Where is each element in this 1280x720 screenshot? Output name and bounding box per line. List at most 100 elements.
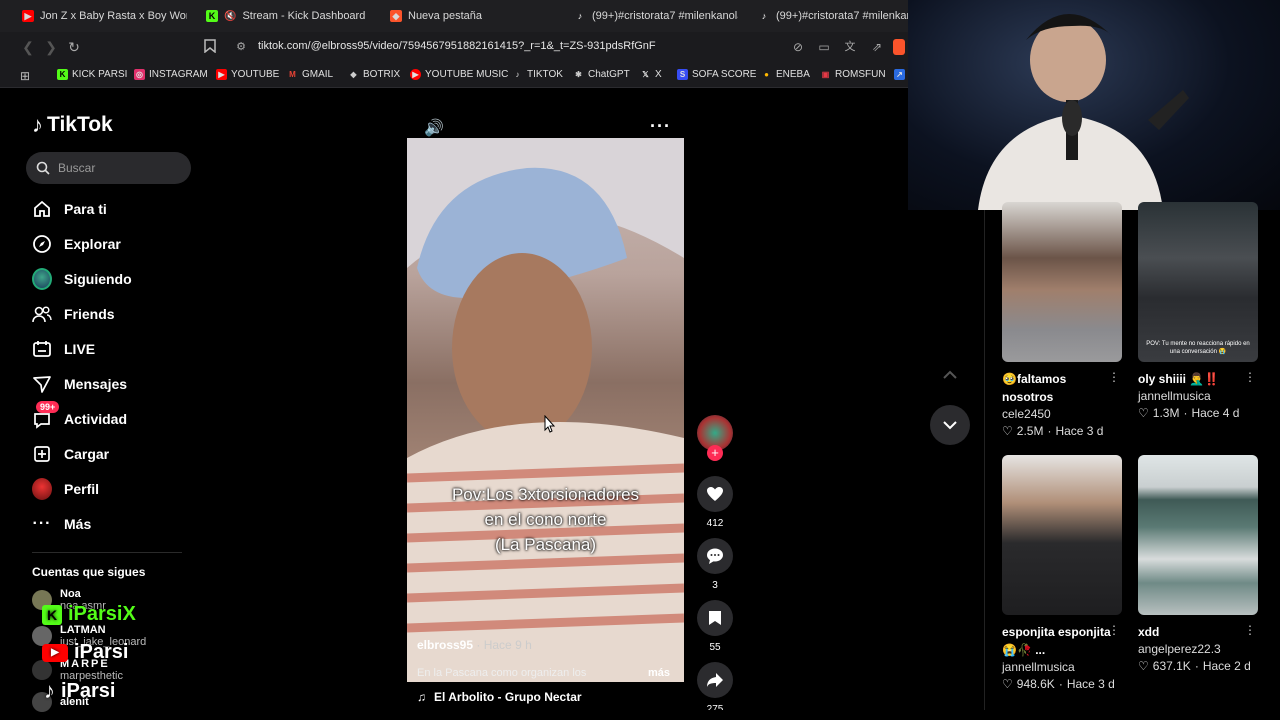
live-icon — [32, 339, 52, 359]
video-card[interactable]: POV: Tu mente no reacciona rápido en una… — [1138, 202, 1258, 422]
bookmark-gmail[interactable]: M GMAIL — [287, 69, 333, 80]
video-card-author[interactable]: angelperez22.3 — [1138, 641, 1258, 657]
save-button[interactable]: 55 — [697, 600, 733, 653]
video-description: En la Pascana como organizan los — [417, 667, 587, 679]
chevron-up-icon — [943, 370, 957, 379]
bookmark-icon[interactable] — [202, 39, 218, 55]
kebab-menu-icon[interactable]: ⋮ — [1244, 623, 1256, 637]
site-settings-icon[interactable]: ⚙ — [233, 39, 249, 55]
share-icon[interactable]: ⇗ — [869, 39, 885, 55]
video-options-icon[interactable]: ··· — [650, 116, 671, 137]
previous-video-button[interactable] — [930, 355, 970, 395]
streamer-silhouette — [978, 13, 1189, 210]
following-avatar-icon — [32, 268, 52, 290]
romsfun-icon: ▣ — [821, 70, 830, 79]
bookmark-overflow[interactable]: ↗ — [894, 69, 905, 80]
bookmarks-bar: ⊞ K KICK PARSI ◎ INSTAGRAM ▶ YOUTUBE M GMAIL… — [0, 62, 908, 88]
video-thumbnail[interactable] — [1002, 455, 1122, 615]
reload-icon[interactable]: ↻ — [66, 39, 82, 55]
bookmark-eneba[interactable]: ● ENEBA — [761, 69, 810, 80]
bookmark-youtube[interactable]: ▶ YOUTUBE — [216, 69, 279, 80]
video-card[interactable]: 🥹faltamos nosotros ⋮ cele2450 ♡ 2.5M · Hac… — [1002, 202, 1122, 440]
video-thumbnail[interactable]: POV: Tu mente no reacciona rápido en una… — [1138, 202, 1258, 362]
compass-icon — [32, 234, 52, 254]
nav-mensajes[interactable]: Mensajes — [32, 372, 127, 396]
nav-actividad[interactable]: 99+ Actividad — [32, 401, 127, 431]
search-input[interactable] — [58, 161, 178, 175]
nav-perfil[interactable]: Perfil — [32, 477, 99, 501]
notification-badge: 99+ — [36, 401, 60, 413]
nav-explorar[interactable]: Explorar — [32, 232, 121, 256]
bookmark-kick-parsi[interactable]: K KICK PARSI — [57, 69, 127, 80]
back-arrow-icon[interactable]: ❮ — [20, 39, 36, 55]
panel-divider — [984, 210, 985, 710]
nav-live[interactable]: LIVE — [32, 337, 95, 361]
video-frame — [407, 138, 684, 682]
forward-arrow-icon[interactable]: ❯ — [43, 39, 59, 55]
more-link[interactable]: más — [648, 667, 670, 679]
muted-speaker-icon: 🔇 — [224, 10, 237, 22]
music-info[interactable]: ♫ El Arbolito - Grupo Nectar — [417, 690, 582, 704]
translate-icon[interactable]: 文 — [842, 39, 858, 55]
tab-new-tab[interactable]: ◆ Nueva pestaña — [390, 6, 550, 26]
search-icon — [36, 161, 50, 175]
next-video-button[interactable] — [930, 405, 970, 445]
brave-icon: ◆ — [390, 10, 402, 22]
tiktok-icon: ♪ — [515, 70, 520, 79]
nav-friends[interactable]: Friends — [32, 302, 115, 326]
tiktok-logo[interactable]: ♪ TikTok — [32, 112, 113, 138]
brave-shield-icon[interactable] — [893, 39, 905, 55]
share-button[interactable]: 275 — [697, 662, 733, 710]
video-card-stats: ♡ 637.1K · Hace 2 d — [1138, 659, 1251, 673]
video-card-author[interactable]: jannellmusica — [1002, 659, 1122, 675]
nav-siguiendo[interactable]: Siguiendo — [32, 267, 132, 291]
video-thumbnail[interactable] — [1002, 202, 1122, 362]
nav-cargar[interactable]: Cargar — [32, 442, 109, 466]
bookmark-botrix[interactable]: ◆ BOTRIX — [348, 69, 400, 80]
video-player[interactable]: Pov:Los 3xtorsionadores en el cono norte… — [407, 138, 684, 682]
volume-icon[interactable]: 🔊 — [424, 118, 444, 138]
instagram-icon: ◎ — [134, 69, 145, 80]
follow-plus-icon[interactable]: + — [707, 445, 723, 461]
search-box[interactable] — [26, 152, 191, 184]
bookmark-romsfun[interactable]: ▣ ROMSFUN — [820, 69, 886, 80]
video-time: · Hace 9 h — [476, 638, 532, 652]
comment-button[interactable]: 3 — [697, 538, 733, 591]
nav-para-ti[interactable]: Para ti — [32, 197, 107, 221]
bookmark-tiktok[interactable]: ♪ TIKTOK — [512, 69, 563, 80]
kebab-menu-icon[interactable]: ⋮ — [1108, 370, 1120, 384]
upload-icon — [32, 444, 52, 464]
kick-icon: K — [57, 69, 68, 80]
like-count: 412 — [706, 518, 724, 529]
tab-youtube[interactable]: ▶ Jon Z x Baby Rasta x Boy Wonder — [22, 6, 187, 26]
video-author[interactable]: elbross95 — [417, 638, 473, 652]
comment-count: 3 — [712, 580, 718, 591]
tab-kick-dashboard[interactable]: K 🔇 Stream - Kick Dashboard — [206, 6, 376, 26]
botrix-icon: ◆ — [350, 70, 357, 79]
tab-tiktok-1[interactable]: ♪ (99+)#cristorata7 #milenkanolasc — [574, 6, 738, 26]
url-field[interactable]: tiktok.com/@elbross95/video/759456795188… — [258, 40, 656, 52]
video-thumbnail[interactable] — [1138, 455, 1258, 615]
cast-icon[interactable]: ▭ — [816, 39, 832, 55]
bookmark-x[interactable]: 𝕏X — [640, 69, 661, 80]
heart-outline-icon: ♡ — [1138, 406, 1149, 420]
video-card-author[interactable]: cele2450 — [1002, 406, 1122, 422]
bookmark-youtube-music[interactable]: ▶ YOUTUBE MUSIC — [410, 69, 508, 80]
bookmark-sofa-score[interactable]: S SOFA SCORE — [677, 69, 756, 80]
video-card[interactable]: xdd ⋮ angelperez22.3 ♡ 637.1K · Hace 2 d — [1138, 455, 1258, 675]
like-button[interactable]: 412 — [697, 476, 733, 529]
kebab-menu-icon[interactable]: ⋮ — [1244, 370, 1256, 384]
author-avatar-button[interactable]: + — [697, 415, 733, 461]
nav-mas[interactable]: ··· Más — [32, 512, 92, 536]
apps-grid-icon[interactable]: ⊞ — [20, 69, 30, 83]
more-icon: ··· — [32, 515, 52, 532]
bookmark-chatgpt[interactable]: ✱ ChatGPT — [573, 69, 630, 80]
tab-label: (99+)#cristorata7 #milenkanola — [776, 10, 908, 22]
bookmark-instagram[interactable]: ◎ INSTAGRAM — [134, 69, 208, 80]
video-card[interactable]: esponjita esponjita 😭🥀 ... ⋮ jannellmusi… — [1002, 455, 1122, 693]
video-card-author[interactable]: jannellmusica — [1138, 388, 1258, 404]
kebab-menu-icon[interactable]: ⋮ — [1108, 623, 1120, 637]
tab-label: Jon Z x Baby Rasta x Boy Wonder — [40, 10, 187, 22]
tab-tiktok-2[interactable]: ♪ (99+)#cristorata7 #milenkanola — [758, 6, 908, 26]
camera-blocked-icon[interactable]: ⊘ — [790, 39, 806, 55]
